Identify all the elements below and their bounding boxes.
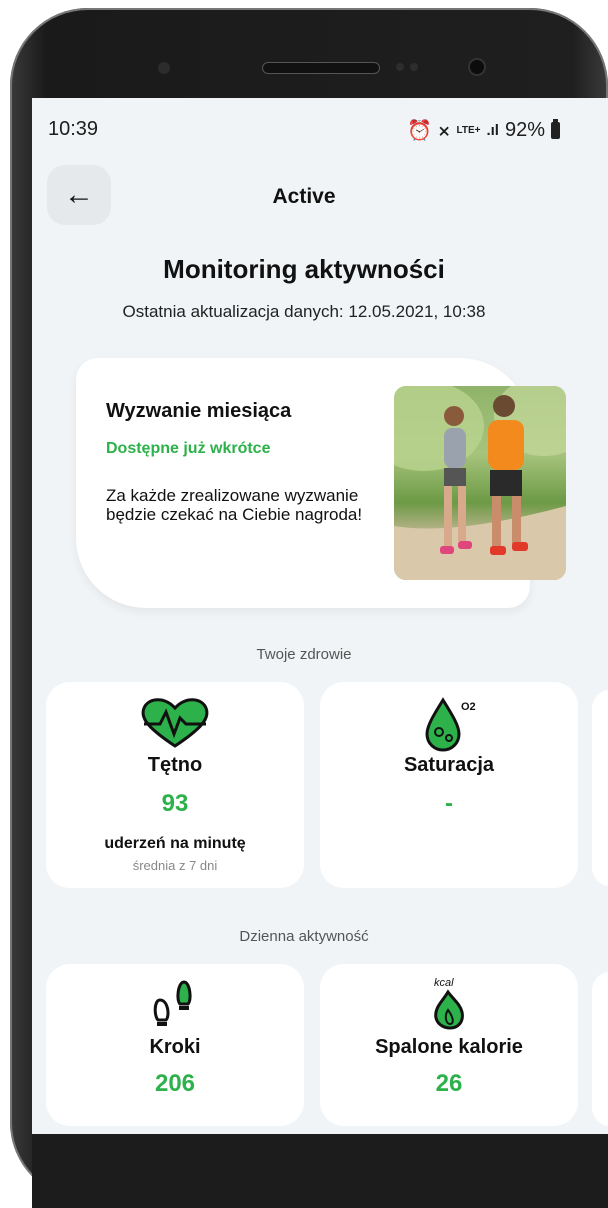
footprints-icon [46, 980, 304, 1026]
calories-tile[interactable]: kcal Spalone kalorie 26 [320, 964, 578, 1126]
heart-rate-label: Tętno [147, 754, 203, 776]
activity-section-label: Dzienna aktywność [239, 928, 369, 945]
kcal-label: kcal [434, 977, 454, 989]
heart-rate-value: 93 [161, 790, 189, 817]
calories-value: 26 [435, 1070, 463, 1097]
sensor-dot [396, 63, 404, 71]
heart-rate-note: średnia z 7 dni [132, 858, 218, 873]
next-activity-tile-peek[interactable] [592, 972, 608, 1126]
header-title: Active [272, 185, 336, 208]
alarm-icon: ⏰ [406, 120, 432, 142]
saturation-label: Saturacja [403, 754, 495, 776]
status-bar: 10:39 ⏰ ⨯ LTE+ .ıl 92% [48, 118, 560, 142]
page-title: Monitoring aktywności [163, 254, 445, 284]
bottom-bezel [32, 1134, 608, 1208]
status-time: 10:39 [48, 118, 99, 140]
runners-illustration [394, 386, 566, 580]
challenge-title: Wyzwanie miesiąca [106, 400, 292, 422]
challenge-description: Za każde zrealizowane wyzwanie będzie cz… [106, 486, 363, 524]
saturation-value: - [445, 790, 453, 817]
calories-label: Spalone kalorie [375, 1036, 523, 1058]
status-icons: ⏰ ⨯ LTE+ .ıl 92% [407, 118, 560, 143]
runners-photo [394, 386, 566, 580]
network-type: LTE+ [456, 125, 481, 136]
steps-label: Kroki [149, 1036, 201, 1058]
signal-icon: .ıl [486, 122, 499, 139]
oxygen-drop-icon: O2 [320, 694, 578, 754]
battery-level: 92% [504, 119, 545, 141]
battery-icon [551, 119, 560, 139]
heart-rate-unit: uderzeń na minutę [104, 835, 246, 852]
next-health-tile-peek[interactable] [592, 690, 608, 886]
heart-rate-icon [46, 696, 304, 750]
earpiece-speaker [262, 62, 380, 74]
health-section-label: Twoje zdrowie [256, 646, 352, 663]
proximity-dot [158, 62, 170, 74]
front-camera [468, 58, 486, 76]
last-update-text: Ostatnia aktualizacja danych: 12.05.2021… [122, 302, 486, 321]
sensor-dot [410, 63, 418, 71]
mute-icon: ⨯ [437, 122, 451, 140]
flame-icon: kcal [320, 974, 578, 1030]
challenge-subtitle: Dostępne już wkrótce [106, 440, 271, 457]
steps-tile[interactable]: Kroki 206 [46, 964, 304, 1126]
heart-rate-tile[interactable]: Tętno 93 uderzeń na minutę średnia z 7 d… [46, 682, 304, 888]
saturation-tile[interactable]: O2 Saturacja - [320, 682, 578, 888]
steps-value: 206 [154, 1070, 196, 1097]
oxygen-label: O2 [461, 701, 476, 713]
